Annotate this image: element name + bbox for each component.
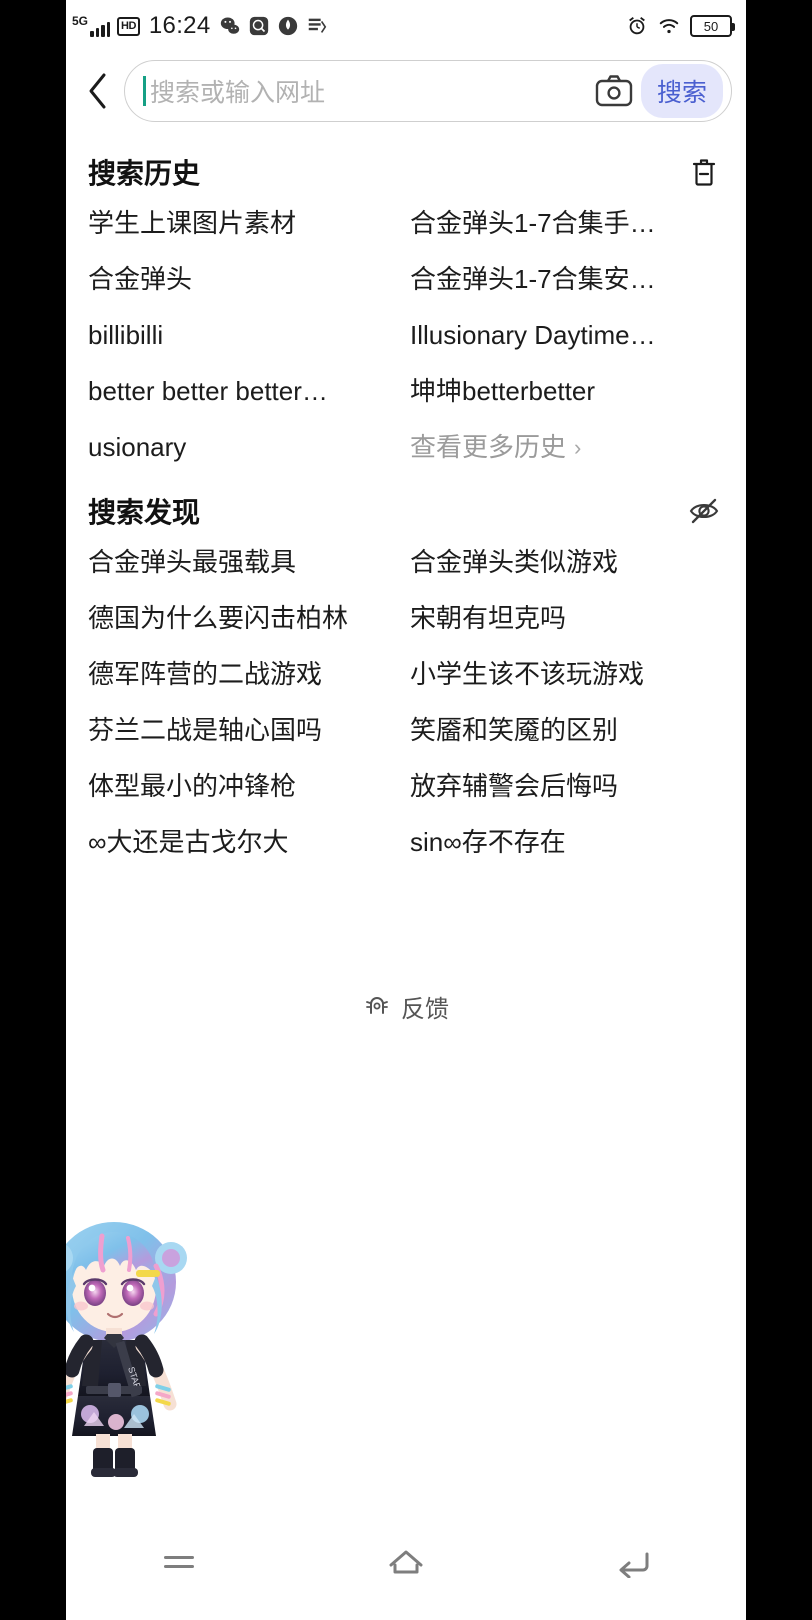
- hd-icon: HD: [117, 16, 140, 36]
- eye-off-icon: [689, 499, 719, 524]
- menu-icon: [164, 1556, 195, 1568]
- trash-icon: [692, 159, 716, 186]
- status-bar-left: 5G HD 16:24: [72, 12, 626, 40]
- search-input-container[interactable]: 搜索或输入网址 搜索: [124, 60, 732, 122]
- feedback-label: 反馈: [401, 995, 449, 1023]
- battery-icon: 50: [690, 15, 735, 37]
- chibi-avatar[interactable]: STAR: [66, 1190, 204, 1480]
- baidu-icon: [248, 15, 270, 37]
- feedback-button[interactable]: 反馈: [66, 989, 746, 1024]
- wechat-icon: [219, 15, 241, 37]
- history-item[interactable]: 合金弹头1-7合集安…: [406, 252, 728, 308]
- search-history-grid: 学生上课图片素材 合金弹头1-7合集手… 合金弹头 合金弹头1-7合集安… bi…: [84, 196, 728, 475]
- back-button[interactable]: [72, 63, 124, 119]
- status-bar-right: 50: [626, 15, 735, 37]
- alipay-icon: [277, 15, 299, 37]
- discovery-item[interactable]: sin∞存不存在: [406, 815, 728, 871]
- history-item[interactable]: 坤坤betterbetter: [406, 364, 728, 420]
- network-type-label: 5G: [72, 14, 89, 28]
- search-discovery-title: 搜索发现: [88, 497, 201, 529]
- wifi-icon: [658, 15, 680, 37]
- history-item[interactable]: Illusionary Daytime…: [406, 308, 728, 364]
- history-item[interactable]: better better better…: [84, 364, 406, 420]
- camera-button[interactable]: [591, 68, 637, 114]
- discovery-item[interactable]: 体型最小的冲锋枪: [84, 759, 406, 815]
- discovery-item[interactable]: 小学生该不该玩游戏: [406, 647, 728, 703]
- status-clock: 16:24: [148, 12, 211, 39]
- phone-screen: 5G HD 16:24 50 搜索或输入网址 搜索 搜索历史 学生上课图片素材 …: [66, 0, 746, 1620]
- clear-history-button[interactable]: [684, 152, 724, 192]
- search-history-header: 搜索历史: [84, 136, 728, 196]
- view-more-history-label: 查看更多历史: [410, 431, 567, 462]
- discovery-item[interactable]: 德国为什么要闪击柏林: [84, 591, 406, 647]
- recents-button[interactable]: [133, 1527, 225, 1597]
- status-bar: 5G HD 16:24 50: [66, 0, 746, 52]
- alarm-icon: [626, 15, 648, 37]
- history-item[interactable]: billibilli: [84, 308, 406, 364]
- search-history-title: 搜索历史: [88, 158, 201, 189]
- discovery-item[interactable]: 宋朝有坦克吗: [406, 591, 728, 647]
- discovery-item[interactable]: 放弃辅警会后悔吗: [406, 759, 728, 815]
- battery-level-label: 50: [703, 18, 719, 34]
- chevron-right-icon: ›: [574, 434, 582, 460]
- hide-discovery-button[interactable]: [684, 491, 724, 531]
- search-discovery-grid: 合金弹头最强载具 合金弹头类似游戏 德国为什么要闪击柏林 宋朝有坦克吗 德军阵营…: [84, 535, 728, 870]
- search-bar: 搜索或输入网址 搜索: [66, 52, 746, 136]
- system-navigation-bar: [66, 1504, 746, 1620]
- discovery-item[interactable]: 笑靥和笑魇的区别: [406, 703, 728, 759]
- feedback-icon: [366, 997, 388, 1015]
- discovery-item[interactable]: 合金弹头最强载具: [84, 535, 406, 591]
- home-icon: [389, 1550, 423, 1574]
- discovery-item[interactable]: 德军阵营的二战游戏: [84, 647, 406, 703]
- discovery-item[interactable]: 芬兰二战是轴心国吗: [84, 703, 406, 759]
- camera-icon: [595, 75, 633, 107]
- search-input[interactable]: 搜索或输入网址: [146, 73, 591, 109]
- history-item[interactable]: 合金弹头: [84, 252, 406, 308]
- history-item[interactable]: 学生上课图片素材: [84, 196, 406, 252]
- back-arrow-icon: [619, 1552, 649, 1578]
- home-button[interactable]: [360, 1527, 452, 1597]
- view-more-history-link[interactable]: 查看更多历史 ›: [406, 420, 728, 476]
- search-history-section: 搜索历史 学生上课图片素材 合金弹头1-7合集手… 合金弹头 合金弹头1-7合集…: [66, 136, 746, 475]
- search-submit-button[interactable]: 搜索: [640, 64, 723, 118]
- app-icon: [306, 15, 328, 37]
- history-item[interactable]: usionary: [84, 420, 406, 476]
- history-item[interactable]: 合金弹头1-7合集手…: [406, 196, 728, 252]
- back-nav-button[interactable]: [587, 1527, 679, 1597]
- search-discovery-section: 搜索发现 合金弹头最强载具 合金弹头类似游戏 德国为什么要闪击柏林 宋朝有坦克吗…: [66, 475, 746, 870]
- chevron-left-icon: [89, 73, 106, 109]
- search-discovery-header: 搜索发现: [84, 475, 728, 535]
- discovery-item[interactable]: 合金弹头类似游戏: [406, 535, 728, 591]
- signal-bars-icon: 5G: [72, 14, 111, 37]
- discovery-item[interactable]: ∞大还是古戈尔大: [84, 815, 406, 871]
